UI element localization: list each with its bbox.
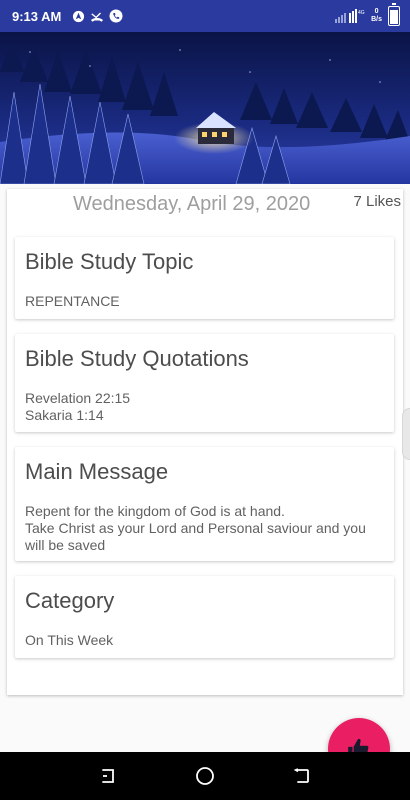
home-icon bbox=[196, 767, 214, 785]
net-speed-value: 0 bbox=[374, 8, 379, 15]
section-body: REPENTANCE bbox=[25, 293, 384, 310]
section-title: Bible Study Topic bbox=[25, 249, 194, 274]
missed-call-icon bbox=[90, 9, 104, 23]
date-row: Wednesday, April 29, 2020 7 Likes bbox=[7, 189, 403, 229]
section-body: Revelation 22:15 Sakaria 1:14 bbox=[25, 390, 384, 424]
edge-panel-handle[interactable] bbox=[402, 408, 410, 460]
winter-night-cabin-image bbox=[0, 32, 410, 184]
signal-icon: 4G bbox=[335, 9, 365, 23]
section-category: Category On This Week bbox=[15, 576, 394, 658]
section-line: Take Christ as your Lord and Personal sa… bbox=[25, 520, 370, 553]
post-date: Wednesday, April 29, 2020 bbox=[73, 193, 311, 215]
likes-count: 7 Likes bbox=[353, 193, 401, 210]
header-image bbox=[0, 32, 410, 184]
screen: 9:13 AM 4G 0 B/s Wednesday, April 29, 20… bbox=[0, 0, 410, 800]
section-topic: Bible Study Topic REPENTANCE bbox=[15, 237, 394, 319]
net-speed: 0 B/s bbox=[371, 8, 382, 24]
section-line: On This Week bbox=[25, 632, 114, 648]
navigation-icon bbox=[71, 9, 85, 23]
section-title: Category bbox=[25, 588, 115, 613]
recent-apps-icon bbox=[102, 769, 115, 783]
status-bar: 9:13 AM 4G 0 B/s bbox=[0, 0, 410, 32]
section-line: Repent for the kingdom of God is at hand… bbox=[25, 503, 285, 519]
back-icon bbox=[293, 768, 309, 783]
section-title: Bible Study Quotations bbox=[25, 346, 249, 371]
section-body: Repent for the kingdom of God is at hand… bbox=[25, 503, 384, 554]
section-title: Main Message bbox=[25, 459, 169, 484]
signal-label: 4G bbox=[358, 10, 365, 16]
home-button[interactable] bbox=[185, 756, 225, 796]
phone-icon bbox=[109, 9, 123, 23]
status-icons-left bbox=[71, 9, 123, 23]
post-card: Wednesday, April 29, 2020 7 Likes Bible … bbox=[7, 189, 403, 695]
section-line: Sakaria 1:14 bbox=[25, 407, 104, 423]
status-right: 4G 0 B/s bbox=[335, 3, 400, 26]
net-speed-unit: B/s bbox=[371, 16, 382, 23]
section-line: REPENTANCE bbox=[25, 293, 120, 309]
navigation-bar bbox=[0, 752, 410, 800]
section-quotations: Bible Study Quotations Revelation 22:15 … bbox=[15, 334, 394, 432]
section-main-message: Main Message Repent for the kingdom of G… bbox=[15, 447, 394, 561]
battery-icon bbox=[388, 3, 400, 26]
status-time: 9:13 AM bbox=[12, 8, 62, 24]
section-line: Revelation 22:15 bbox=[25, 390, 131, 406]
back-button[interactable] bbox=[282, 756, 322, 796]
section-body: On This Week bbox=[25, 632, 384, 649]
recent-apps-button[interactable] bbox=[88, 756, 128, 796]
